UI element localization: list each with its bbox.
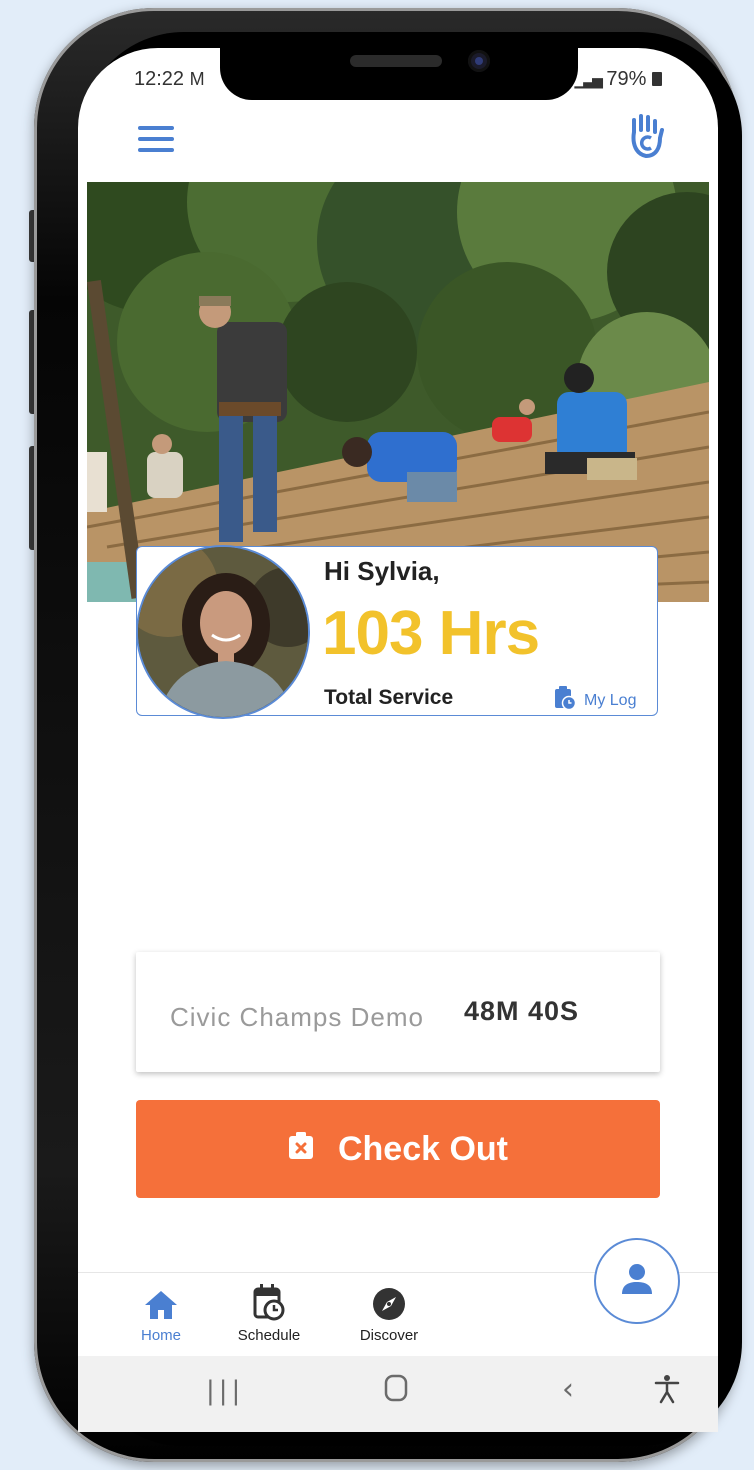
front-camera — [468, 50, 490, 72]
my-log-label: My Log — [584, 691, 637, 709]
nav-home-label: Home — [140, 1327, 181, 1344]
hero-photo — [87, 182, 709, 602]
organization-name: Civic Champs Demo — [170, 1002, 424, 1032]
check-out-label: Check Out — [337, 1129, 509, 1168]
signal-icon: ▁▃▅ — [574, 72, 603, 88]
nav-schedule-label: Schedule — [237, 1327, 301, 1344]
battery-percent: 79% — [606, 68, 647, 90]
notch — [220, 48, 578, 100]
battery-icon — [652, 72, 662, 86]
home-system-icon[interactable] — [384, 1374, 408, 1406]
nav-discover-label: Discover — [359, 1327, 419, 1344]
check-out-button[interactable]: Check Out — [136, 1100, 660, 1198]
accessibility-icon[interactable] — [654, 1374, 680, 1408]
compass-icon — [344, 1281, 434, 1321]
status-time: 12:22 M — [134, 68, 205, 90]
hamburger-menu-icon[interactable] — [138, 126, 174, 152]
total-hours-value: 103 Hrs — [322, 599, 540, 668]
home-icon — [116, 1281, 206, 1321]
nav-home[interactable]: Home — [116, 1281, 206, 1344]
profile-fab-button[interactable] — [594, 1238, 680, 1324]
person-icon — [620, 1262, 654, 1300]
user-avatar[interactable] — [136, 545, 310, 719]
session-timer: 48M 40S — [464, 996, 580, 1026]
clipboard-x-icon — [288, 1130, 314, 1169]
app-screen: 12:22 M ▁▃▅ 79% Hi Sylvia, 103 Hrs Total… — [78, 48, 718, 1430]
system-navigation-bar: ||| ‹ — [78, 1356, 718, 1432]
status-right: ▁▃▅ 79% — [575, 68, 662, 91]
clipboard-clock-icon — [554, 686, 577, 715]
nav-discover[interactable]: Discover — [344, 1281, 434, 1344]
nav-schedule[interactable]: Schedule — [224, 1281, 314, 1344]
calendar-clock-icon — [224, 1281, 314, 1321]
greeting-text: Hi Sylvia, — [324, 556, 440, 586]
gmail-notification-icon: M — [189, 69, 205, 89]
civic-champs-logo-icon[interactable] — [626, 112, 666, 160]
recent-apps-icon[interactable]: ||| — [206, 1376, 244, 1406]
active-session-card: Civic Champs Demo 48M 40S — [136, 952, 660, 1072]
total-service-label: Total Service — [324, 686, 454, 709]
speaker — [350, 55, 442, 67]
back-icon[interactable]: ‹ — [562, 1372, 574, 1407]
my-log-link[interactable]: My Log — [554, 686, 636, 715]
